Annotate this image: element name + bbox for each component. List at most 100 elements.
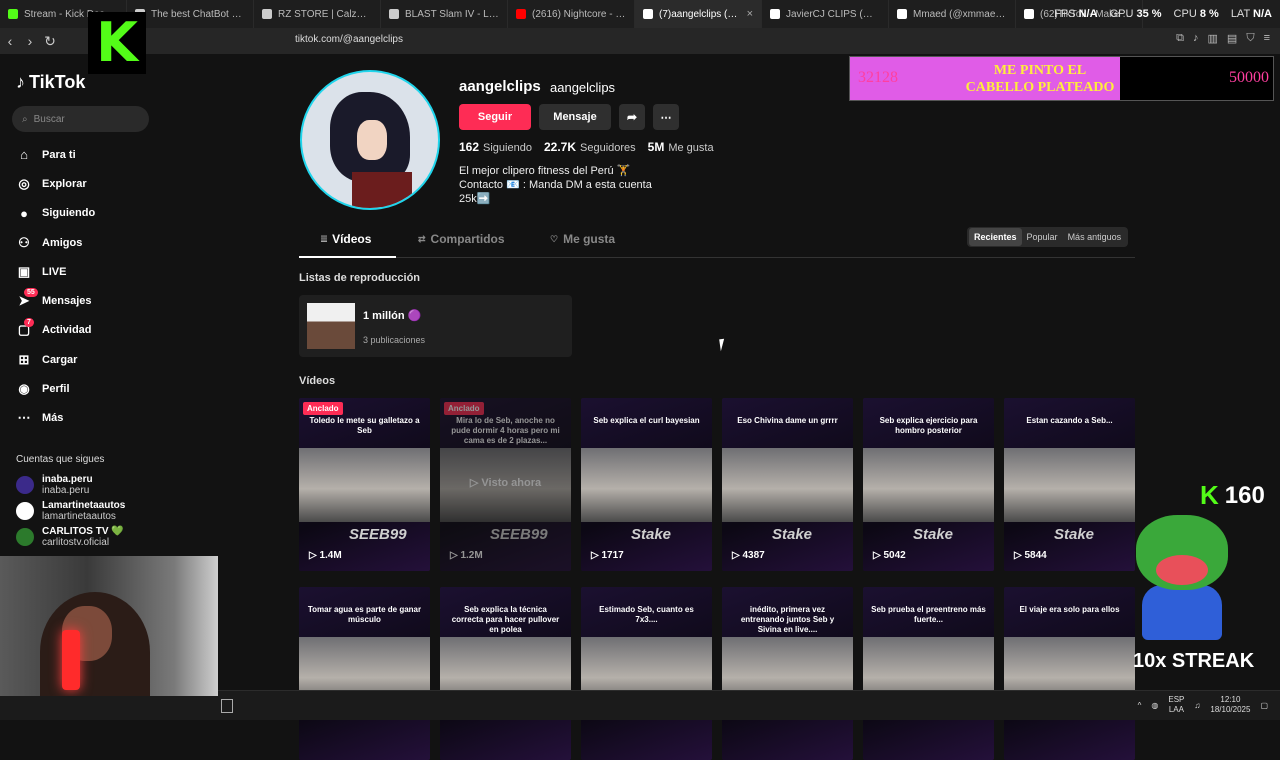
playlist-card[interactable]: 1 millón 🟣 3 publicaciones (299, 295, 572, 357)
pinned-badge: Anclado (444, 402, 484, 415)
sidebar-item-más[interactable]: ⋯ Más (0, 404, 170, 433)
video-thumbnail (299, 448, 430, 522)
sort-option[interactable]: Recientes (969, 228, 1022, 246)
video-card[interactable]: inédito, primera vez entrenando juntos S… (722, 587, 853, 760)
music-icon[interactable]: ♪ (1193, 32, 1199, 45)
video-card[interactable]: Mira lo de Seb, anoche no pude dormir 4 … (440, 398, 571, 571)
kick-logo-overlay: K (88, 12, 146, 74)
sidebar-item-mensajes[interactable]: ➤ Mensajes 55 (0, 286, 170, 315)
search-input[interactable]: ⌕ Buscar (12, 106, 149, 132)
video-card[interactable]: Eso Chivina dame un grrrr Stake ▷ 4387 (722, 398, 853, 571)
app-icon[interactable] (221, 699, 233, 713)
bio-line: El mejor clipero fitness del Perú 🏋️ (459, 165, 631, 177)
tab-compartidos[interactable]: ⇄ Compartidos (418, 232, 505, 246)
browser-tab[interactable]: (7)aangelclips (@aang× (635, 0, 762, 28)
sidebar-icon[interactable]: ▥ (1208, 32, 1218, 45)
sort-option[interactable]: Más antiguos (1063, 228, 1127, 246)
profile-main: aangelclips aangelclips Seguir Mensaje ➦… (170, 54, 1280, 760)
notification-icon[interactable]: ▢ (1260, 701, 1268, 710)
sidebar-item-live[interactable]: ▣ LIVE (0, 257, 170, 286)
followed-account[interactable]: Lamartinetaautos lamartinetaautos (16, 500, 125, 522)
profile-nickname: aangelclips (550, 80, 616, 95)
tab-favicon-icon (1024, 9, 1034, 19)
browser-tab[interactable]: (2616) Nightcore - Butterfl (508, 0, 635, 28)
sidebar-item-actividad[interactable]: ▢ Actividad 7 (0, 316, 170, 345)
video-card[interactable]: Seb explica el curl bayesian Stake ▷ 1717 (581, 398, 712, 571)
close-tab-icon[interactable]: × (743, 8, 753, 20)
video-card[interactable]: Toledo le mete su galletazo a Seb SEEB99 ▷… (299, 398, 430, 571)
browser-tab[interactable]: Mmaed (@xmmaed) | Tik (889, 0, 1016, 28)
fps-value: N/A (1078, 8, 1098, 20)
tab-vídeos[interactable]: ⦙⦙⦙ Vídeos (321, 232, 371, 246)
account-handle: inaba.peru (42, 485, 90, 496)
profile-avatar[interactable] (300, 70, 440, 210)
stat-label: Me gusta (668, 142, 714, 154)
sidebar-item-label: Para ti (42, 148, 76, 161)
more-options-icon[interactable]: ⋯ (653, 104, 679, 130)
video-card[interactable]: Seb prueba el preentreno más fuerte... (863, 587, 994, 760)
browser-tab[interactable]: BLAST Slam IV - Liquipedia (381, 0, 508, 28)
share-icon[interactable]: ➦ (619, 104, 645, 130)
stat-me-gusta[interactable]: 5M Me gusta (648, 140, 714, 154)
forward-icon[interactable]: › (20, 33, 40, 49)
tray-chevron-icon[interactable]: ^ (1138, 701, 1142, 710)
video-watermark: Stake (913, 526, 954, 543)
lat-label: LAT (1230, 8, 1250, 20)
sidebar-item-perfil[interactable]: ◉ Perfil (0, 374, 170, 403)
video-card[interactable]: Tomar agua es parte de ganar músculo (299, 587, 430, 760)
fps-label: FPS (1054, 8, 1076, 20)
tab-me-gusta[interactable]: ♡ Me gusta (550, 232, 615, 246)
stat-value: 22.7K (543, 140, 576, 154)
clock[interactable]: 12:10 18/10/2025 (1210, 695, 1250, 715)
browser-tab[interactable]: RZ STORE | Calzado de pla (254, 0, 381, 28)
follow-button[interactable]: Seguir (459, 104, 531, 130)
sidebar-item-para-ti[interactable]: ⌂ Para ti (0, 140, 170, 169)
notification-badge: 7 (24, 317, 34, 327)
menu-icon[interactable]: ≡ (1264, 32, 1270, 45)
followed-account[interactable]: inaba.peru inaba.peru (16, 474, 93, 496)
account-handle: carlitostv.oficial (42, 537, 110, 548)
sidebar-item-label: Amigos (42, 236, 83, 249)
goal-target: 50000 (1229, 69, 1269, 86)
browser-tab[interactable]: JavierCJ CLIPS (@javiercj7 (762, 0, 889, 28)
video-caption: Mira lo de Seb, anoche no pude dormir 4 … (451, 416, 560, 445)
volume-icon[interactable]: ♫ (1194, 701, 1200, 710)
glowing-cup (62, 630, 80, 690)
stat-siguiendo[interactable]: 162 Siguiendo (459, 140, 532, 154)
sort-segmented-control: Recientes Popular Más antiguos (967, 227, 1129, 247)
video-card[interactable]: Seb explica ejercicio para hombro poster… (863, 398, 994, 571)
shield-icon[interactable]: ⛉ (1246, 32, 1254, 45)
tiktok-logo[interactable]: ♪ TikTok (16, 72, 85, 93)
sidebar-item-cargar[interactable]: ⊞ Cargar (0, 345, 170, 374)
video-caption: Seb prueba el preentreno más fuerte... (871, 605, 986, 624)
playlist-thumbnail (307, 303, 355, 349)
language-indicator[interactable]: ESP LAA (1168, 695, 1184, 715)
video-card[interactable]: Estimado Seb, cuanto es 7x3.... (581, 587, 712, 760)
network-icon[interactable]: ◍ (1151, 701, 1158, 710)
sidebar-item-siguiendo[interactable]: ● Siguiendo (0, 199, 170, 228)
video-card[interactable]: Seb explica la técnica correcta para hac… (440, 587, 571, 760)
message-button[interactable]: Mensaje (539, 104, 611, 130)
video-card[interactable]: Estan cazando a Seb... Stake ▷ 5844 (1004, 398, 1135, 571)
video-caption: Tomar agua es parte de ganar músculo (307, 605, 422, 624)
kick-count-value: 160 (1224, 481, 1265, 509)
extension-icon[interactable]: ⧉ (1176, 32, 1184, 45)
wallet-icon[interactable]: ▤ (1227, 32, 1237, 45)
video-card[interactable]: El viaje era solo para ellos (1004, 587, 1135, 760)
video-views: ▷ 1717 (591, 550, 624, 561)
videos-title: Vídeos (299, 375, 336, 387)
following-accounts-title: Cuentas que sigues (16, 454, 105, 465)
cpu-label: CPU (1173, 8, 1197, 20)
back-icon[interactable]: ‹ (0, 33, 20, 49)
tab-favicon-icon (262, 9, 272, 19)
sort-option[interactable]: Popular (1022, 228, 1063, 246)
reload-icon[interactable]: ↻ (40, 33, 60, 50)
sidebar-item-amigos[interactable]: ⚇ Amigos (0, 228, 170, 257)
url-field[interactable]: tiktok.com/@aangelclips (295, 34, 403, 45)
browser-tab[interactable]: The best ChatBot and Wid (127, 0, 254, 28)
sidebar-item-explorar[interactable]: ◎ Explorar (0, 169, 170, 198)
bio-line: 25k➡️ (459, 193, 491, 205)
video-thumbnail (1004, 448, 1135, 522)
followed-account[interactable]: CARLITOS TV 💚 carlitostv.oficial (16, 526, 124, 548)
stat-seguidores[interactable]: 22.7K Seguidores (544, 140, 636, 154)
